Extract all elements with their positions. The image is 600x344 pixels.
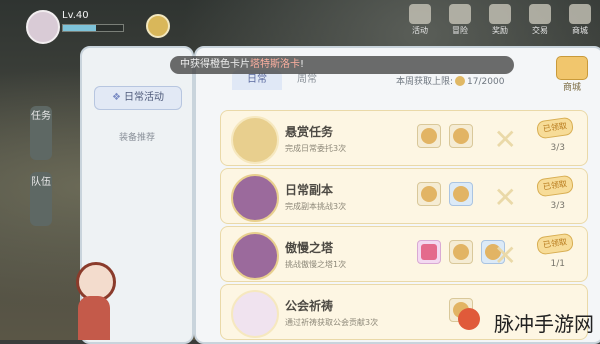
reward-item[interactable] [449, 182, 473, 206]
daily-activity-tab[interactable]: ❖ 日常活动 [94, 86, 182, 110]
system-notice: 中获得橙色卡片塔特斯洛卡! [170, 56, 514, 74]
activity-panel: 日常 周常 本周获取上限: 17/2000 商城 悬赏任务 完成日常委托3次 ✕ … [194, 46, 600, 344]
coin-icon [455, 76, 466, 86]
claimed-badge: 已领取 [535, 116, 575, 140]
task-row[interactable]: 傲慢之塔 挑战傲慢之塔1次 ✕ 已领取 1/1 [220, 226, 588, 282]
team-side-button[interactable]: 队伍 [30, 172, 52, 226]
player-avatar[interactable] [26, 10, 60, 44]
tower-icon [231, 232, 279, 280]
event-badge-icon[interactable] [146, 14, 170, 38]
dungeon-icon [231, 174, 279, 222]
task-side-button[interactable]: 任务 [30, 106, 52, 160]
task-row[interactable]: 日常副本 完成副本挑战3次 ✕ 已领取 3/3 [220, 168, 588, 224]
reward-item[interactable] [417, 182, 441, 206]
weekly-limit: 本周获取上限: 17/2000 [396, 76, 505, 87]
claimed-badge: 已领取 [535, 174, 575, 198]
watermark-logo-icon [458, 308, 480, 330]
reward-item[interactable] [417, 124, 441, 148]
task-progress: 1/1 [550, 259, 565, 269]
hud-icon-reward[interactable]: 奖励 [486, 4, 514, 36]
bounty-board-icon [231, 116, 279, 164]
hud-icon-activity[interactable]: 活动 [406, 4, 434, 36]
prayer-icon [231, 290, 279, 338]
equipment-recommend-item[interactable]: 装备推荐 [94, 130, 180, 143]
reward-item[interactable] [449, 240, 473, 264]
wing-icon: ❖ [112, 92, 121, 103]
hud-icon-trade[interactable]: 交易 [526, 4, 554, 36]
shop-icon [556, 56, 588, 80]
decor-cross: ✕ [493, 239, 517, 272]
top-hud: Lv.40 活动 冒险 奖励 交易 商城 [0, 0, 600, 44]
task-progress: 3/3 [550, 201, 565, 211]
reward-item[interactable] [417, 240, 441, 264]
hud-icon-mall[interactable]: 商城 [566, 4, 594, 36]
watermark-text: 脉冲手游网 [494, 312, 594, 336]
character-sprite [66, 262, 122, 340]
claimed-badge: 已领取 [535, 232, 575, 256]
task-progress: 3/3 [550, 143, 565, 153]
reward-item[interactable] [449, 124, 473, 148]
decor-cross: ✕ [493, 123, 517, 156]
player-level: Lv.40 [62, 10, 89, 21]
xp-bar [62, 24, 124, 32]
hud-menu: 活动 冒险 奖励 交易 商城 [406, 4, 594, 36]
shop-button[interactable]: 商城 [552, 56, 592, 93]
hud-icon-adventure[interactable]: 冒险 [446, 4, 474, 36]
decor-cross: ✕ [493, 181, 517, 214]
task-row[interactable]: 悬赏任务 完成日常委托3次 ✕ 已领取 3/3 [220, 110, 588, 166]
